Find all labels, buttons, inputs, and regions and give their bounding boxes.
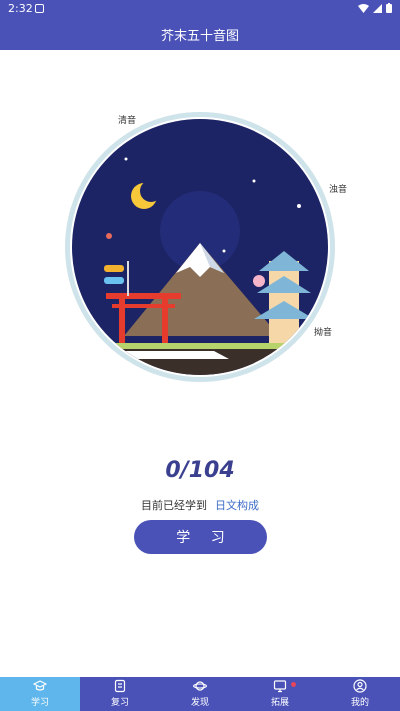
planet-icon: [193, 681, 207, 691]
tab-mine[interactable]: 我的: [320, 677, 400, 711]
progress-text-row: 目前已经学到 日文构成: [0, 497, 400, 513]
tab-label: 发现: [190, 698, 209, 708]
tab-discover[interactable]: 发现: [160, 677, 240, 711]
page-title: 芥末五十音图: [160, 29, 239, 44]
night-scene-illustration: [64, 111, 336, 383]
battery-icon: [386, 3, 392, 13]
tab-label: 拓展: [270, 698, 289, 708]
monitor-icon: [273, 680, 287, 693]
tab-expand[interactable]: 拓展: [240, 677, 320, 711]
app-bar: 芥末五十音图: [0, 18, 400, 50]
document-icon: [114, 679, 126, 693]
status-time: 2:32: [8, 2, 33, 15]
graduation-cap-icon: [33, 680, 47, 691]
tab-label: 我的: [350, 698, 369, 708]
tab-label: 复习: [110, 698, 129, 708]
tab-label: 学习: [30, 698, 49, 708]
badge-dot: [291, 682, 296, 687]
notification-icon: [35, 4, 44, 13]
wifi-icon: [358, 3, 369, 13]
current-lesson-link[interactable]: 日文构成: [215, 499, 259, 512]
system-icons: [358, 3, 392, 13]
status-bar: 2:32: [0, 0, 400, 18]
progress-count: 0/104: [165, 458, 235, 483]
bottom-tab-bar: 学习 复习 发现 拓展 我的: [0, 677, 400, 711]
illustration-svg: [65, 112, 335, 382]
tab-review[interactable]: 复习: [80, 677, 160, 711]
progress-text: 目前已经学到: [141, 499, 207, 512]
tab-study[interactable]: 学习: [0, 677, 80, 711]
signal-icon: [373, 3, 382, 13]
user-icon: [353, 679, 367, 693]
train-icon: [124, 351, 229, 359]
study-button[interactable]: 学 习: [134, 520, 267, 554]
